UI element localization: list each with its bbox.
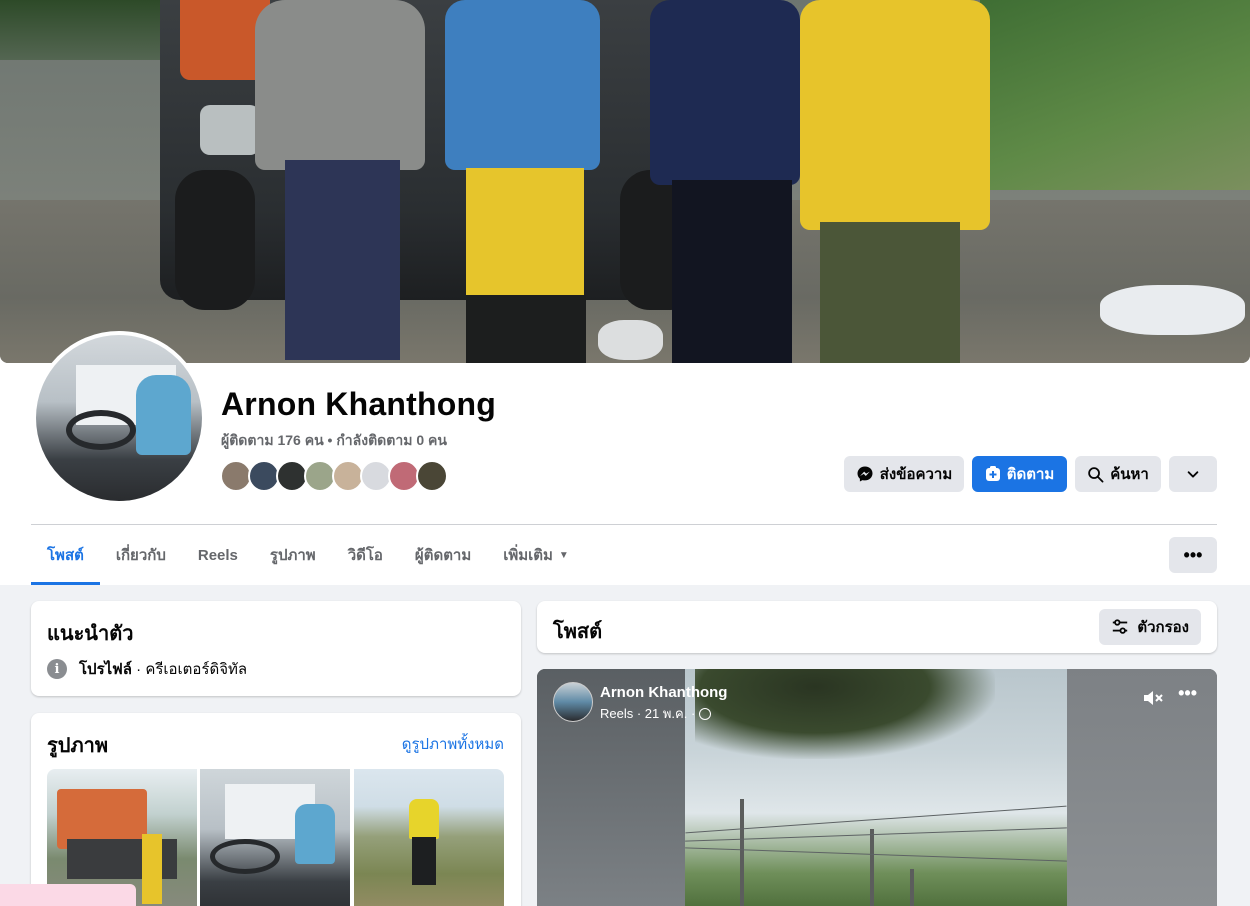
tab-label: รูปภาพ: [269, 547, 316, 564]
photo-thumbnail[interactable]: [354, 769, 504, 906]
tab-label: เพิ่มเติม: [503, 547, 553, 564]
photos-card: รูปภาพ ดูรูปภาพทั้งหมด: [31, 713, 521, 906]
profile-tabs: โพสต์ เกี่ยวกับ Reels รูปภาพ วิดีโอ ผู้ต…: [31, 525, 585, 585]
search-label: ค้นหา: [1110, 466, 1149, 483]
intro-card: แนะนำตัว i โปรไฟล์ · ครีเอเตอร์ดิจิทัล: [31, 601, 521, 696]
globe-icon: [699, 707, 712, 720]
reel-meta-text: Reels · 21 พ.ค. ·: [600, 706, 696, 721]
filter-icon: [1113, 619, 1128, 634]
reel-post[interactable]: Arnon Khanthong Reels · 21 พ.ค. · •••: [537, 669, 1217, 906]
tab-photos[interactable]: รูปภาพ: [254, 525, 332, 585]
filter-label: ตัวกรอง: [1137, 619, 1189, 636]
tab-about[interactable]: เกี่ยวกับ: [100, 525, 182, 585]
follower-stats[interactable]: ผู้ติดตาม 176 คน • กำลังติดตาม 0 คน: [221, 430, 447, 452]
tab-videos[interactable]: วิดีโอ: [332, 525, 399, 585]
more-options-button[interactable]: •••: [1169, 537, 1217, 573]
info-icon: i: [47, 659, 67, 679]
tab-label: วิดีโอ: [347, 547, 383, 564]
tab-label: Reels: [197, 546, 238, 564]
profile-header: Arnon Khanthong ผู้ติดตาม 176 คน • กำลัง…: [0, 0, 1250, 585]
mute-icon[interactable]: [1141, 686, 1165, 710]
photos-title[interactable]: รูปภาพ: [47, 729, 108, 761]
messenger-icon: [857, 466, 873, 482]
tab-label: ผู้ติดตาม: [414, 547, 472, 564]
reel-meta: Reels · 21 พ.ค. ·: [600, 703, 712, 724]
search-button[interactable]: ค้นหา: [1075, 456, 1161, 492]
caret-down-icon: ▼: [558, 549, 569, 561]
intro-title: แนะนำตัว: [47, 623, 134, 645]
tab-more[interactable]: เพิ่มเติม ▼: [487, 525, 585, 585]
follow-button[interactable]: ติดตาม: [972, 456, 1067, 492]
filter-button[interactable]: ตัวกรอง: [1099, 609, 1201, 645]
follower-avatars[interactable]: [220, 460, 448, 492]
photo-thumbnail[interactable]: [200, 769, 350, 906]
search-icon: [1088, 466, 1104, 482]
reel-author[interactable]: Arnon Khanthong: [600, 684, 727, 701]
cover-photo[interactable]: [0, 0, 1250, 363]
more-icon: •••: [1183, 544, 1203, 565]
profile-options-button[interactable]: [1169, 456, 1217, 492]
avatar[interactable]: [416, 460, 448, 492]
intro-profile-value: · ครีเอเตอร์ดิจิทัล: [132, 661, 248, 678]
intro-profile-label: โปรไฟล์: [79, 661, 132, 678]
intro-profile-row: i โปรไฟล์ · ครีเอเตอร์ดิจิทัล: [47, 657, 247, 681]
avatar[interactable]: [553, 682, 593, 722]
see-all-photos-link[interactable]: ดูรูปภาพทั้งหมด: [402, 732, 504, 756]
notification-strip: [0, 884, 136, 906]
tab-reels[interactable]: Reels: [182, 525, 254, 585]
tab-label: โพสต์: [47, 547, 84, 564]
more-icon[interactable]: •••: [1178, 683, 1197, 704]
message-label: ส่งข้อความ: [879, 466, 953, 483]
chevron-down-icon: [1187, 471, 1199, 478]
tab-posts[interactable]: โพสต์: [31, 525, 100, 585]
follow-label: ติดตาม: [1006, 466, 1055, 483]
reel-video[interactable]: [685, 669, 1067, 906]
posts-title: โพสต์: [553, 621, 603, 643]
tab-label: เกี่ยวกับ: [115, 547, 166, 564]
tab-followers[interactable]: ผู้ติดตาม: [399, 525, 487, 585]
follow-icon: [985, 466, 1000, 481]
message-button[interactable]: ส่งข้อความ: [844, 456, 964, 492]
posts-header: โพสต์ ตัวกรอง: [537, 601, 1217, 653]
profile-name: Arnon Khanthong: [221, 386, 496, 422]
profile-picture[interactable]: [32, 331, 206, 505]
